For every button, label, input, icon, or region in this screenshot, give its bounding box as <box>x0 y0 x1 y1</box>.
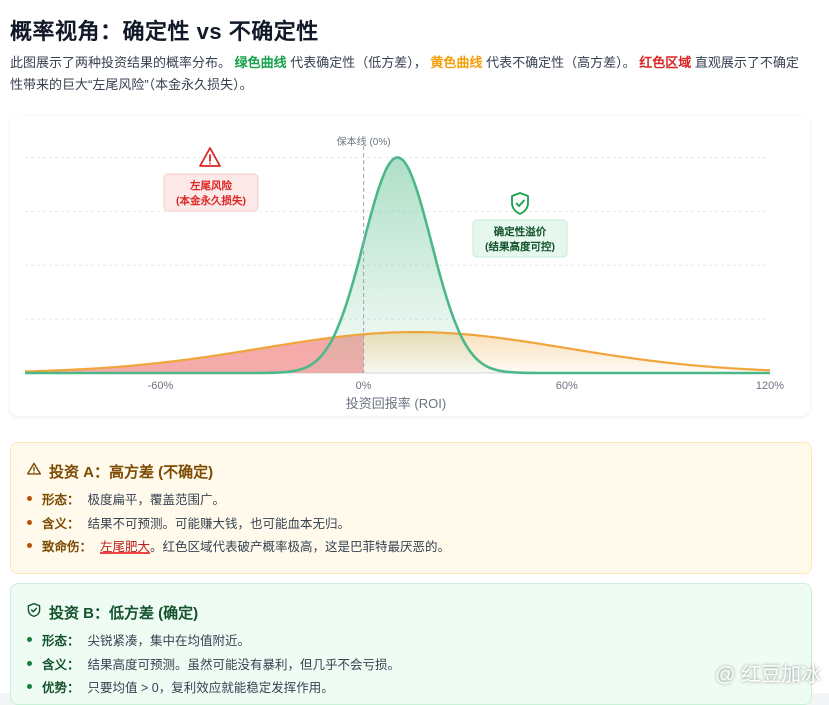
watermark: @ 红豆加冰 <box>715 664 821 686</box>
shield-check-icon <box>27 603 41 621</box>
page: 概率视角：确定性 vs 不确定性 此图展示了两种投资结果的概率分布。 绿色曲线 … <box>0 0 829 705</box>
green-area <box>25 157 770 373</box>
investment-a-list: 形态： 极度扁平，覆盖范围广。 含义： 结果不可预测。可能赚大钱，也可能血本无归。 … <box>27 489 450 560</box>
yellow-curve-label: 黄色曲线 <box>430 55 483 70</box>
breakeven-label: 保本线 (0%) <box>337 135 391 148</box>
list-item: 含义： 结果不可预测。可能赚大钱，也可能血本无归。 <box>27 513 450 537</box>
intro-part-2: 代表确定性（低方差）， <box>290 55 427 70</box>
left-tail-sub: (本金永久损失) <box>176 194 246 207</box>
shield-check-icon <box>511 192 529 215</box>
warning-icon <box>27 462 41 480</box>
certainty-premium-annotation: 确定性溢价 (结果高度可控) <box>472 192 568 258</box>
list-item: 优势： 只要均值 > 0，复利效应就能稳定发挥作用。 <box>27 677 400 701</box>
areas <box>25 157 770 373</box>
investment-a-title-text: 投资 A：高方差 (不确定) <box>49 464 214 481</box>
certainty-label: 确定性溢价 <box>494 225 547 238</box>
intro-text: 此图展示了两种投资结果的概率分布。 绿色曲线 代表确定性（低方差）， 黄色曲线 … <box>10 52 810 96</box>
investment-a-title: 投资 A：高方差 (不确定) <box>27 461 213 482</box>
investment-b-title-text: 投资 B：低方差 (确定) <box>49 605 199 622</box>
list-item: 致命伤： 左尾肥大。红色区域代表破产概率极高，这是巴菲特最厌恶的。 <box>27 536 450 560</box>
warning-icon <box>199 147 221 167</box>
red-area-label: 红色区域 <box>639 55 692 70</box>
page-title: 概率视角：确定性 vs 不确定性 <box>10 19 319 44</box>
fat-tail-highlight: 左尾肥大 <box>100 540 151 554</box>
green-curve-label: 绿色曲线 <box>234 55 287 70</box>
list-item: 含义： 结果高度可预测。虽然可能没有暴利，但几乎不会亏损。 <box>27 654 400 678</box>
x-axis-label: 投资回报率 (ROI) <box>346 396 446 411</box>
chart-card: 保本线 (0%) -60% 0% 60% 120% 投资回报率 (ROI) 左尾风险 … <box>10 116 810 416</box>
certainty-sub: (结果高度可控) <box>485 240 555 253</box>
list-item: 形态： 极度扁平，覆盖范围广。 <box>27 489 450 513</box>
x-tick-label: 0% <box>356 380 372 392</box>
x-tick-label: -60% <box>148 380 174 392</box>
investment-b-list: 形态： 尖锐紧凑，集中在均值附近。 含义： 结果高度可预测。虽然可能没有暴利，但几乎… <box>27 630 400 701</box>
list-item: 形态： 尖锐紧凑，集中在均值附近。 <box>27 630 400 654</box>
intro-part-3: 代表不确定性（高方差）。 <box>486 55 636 70</box>
intro-part-1: 此图展示了两种投资结果的概率分布。 <box>10 55 232 70</box>
distribution-chart: 保本线 (0%) -60% 0% 60% 120% 投资回报率 (ROI) 左尾风险 … <box>25 135 785 411</box>
left-tail-label: 左尾风险 <box>189 179 232 192</box>
investment-b-card: 投资 B：低方差 (确定) 形态： 尖锐紧凑，集中在均值附近。 含义： 结果高度可预… <box>10 583 812 705</box>
x-tick-label: 60% <box>556 380 578 392</box>
investment-a-card: 投资 A：高方差 (不确定) 形态： 极度扁平，覆盖范围广。 含义： 结果不可预测。… <box>10 442 812 574</box>
x-ticks: -60% 0% 60% 120% <box>148 380 785 392</box>
investment-b-title: 投资 B：低方差 (确定) <box>27 602 198 623</box>
x-tick-label: 120% <box>756 380 784 392</box>
